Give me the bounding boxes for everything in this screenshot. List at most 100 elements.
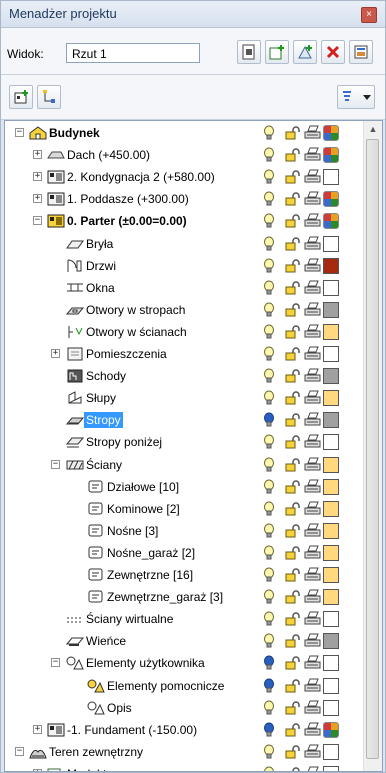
tree-row[interactable]: Nośne [3] [5,520,363,542]
visibility-bulb-icon[interactable] [263,324,275,340]
new-level-button[interactable] [9,85,33,109]
collapse-toggle[interactable]: − [15,746,24,756]
tree-row[interactable]: Kominowe [2] [5,498,363,520]
tree-item-label[interactable]: Stropy [84,412,123,429]
visibility-bulb-icon[interactable] [263,589,275,605]
tree-item-label[interactable]: Model terenu [67,766,137,771]
tree-row[interactable]: − 0. Parter (±0.00=0.00) [5,210,363,232]
visibility-bulb-icon[interactable] [263,479,275,495]
color-swatch[interactable] [323,213,339,230]
lock-icon[interactable] [285,502,301,516]
visibility-bulb-icon[interactable] [263,700,275,716]
color-swatch[interactable] [323,169,339,186]
print-icon[interactable] [304,457,321,473]
print-icon[interactable] [304,766,321,772]
tree-row[interactable]: Drzwi [5,255,363,277]
tree-row[interactable]: Bryła [5,233,363,255]
collapse-toggle[interactable]: − [15,128,24,137]
visibility-bulb-icon[interactable] [263,457,275,473]
lock-icon[interactable] [285,612,301,626]
tree-row[interactable]: + Dach (+450.00) [5,144,363,166]
tree-item-label[interactable]: Ściany wirtualne [86,611,173,627]
properties-button[interactable] [349,40,373,64]
print-icon[interactable] [304,567,321,583]
lock-icon[interactable] [285,700,301,715]
print-icon[interactable] [304,125,321,141]
print-icon[interactable] [304,169,321,185]
color-swatch[interactable] [323,721,339,738]
title-bar[interactable]: Menadżer projektu × [1,1,385,28]
lock-icon[interactable] [285,347,301,361]
tree-row[interactable]: Schody [5,365,363,387]
visibility-bulb-icon[interactable] [263,434,275,450]
print-icon[interactable] [304,368,321,384]
tree-item-label[interactable]: Budynek [49,125,100,141]
print-icon[interactable] [304,722,321,738]
visibility-bulb-icon[interactable] [263,545,275,561]
lock-icon[interactable] [285,325,301,339]
lock-icon[interactable] [285,546,301,560]
lock-icon[interactable] [285,126,301,140]
print-icon[interactable] [304,191,321,207]
print-icon[interactable] [304,501,321,517]
print-icon[interactable] [304,302,321,318]
tree-item-label[interactable]: Okna [86,280,115,296]
visibility-bulb-icon[interactable] [263,258,275,274]
color-swatch[interactable] [323,346,339,362]
color-swatch[interactable] [323,589,339,606]
color-swatch[interactable] [323,434,339,451]
tree-row[interactable]: Działowe [10] [5,476,363,498]
visibility-bulb-icon[interactable] [263,611,275,627]
tree-item-label[interactable]: Pomieszczenia [86,346,167,362]
print-icon[interactable] [304,236,321,252]
print-icon[interactable] [304,545,321,561]
visibility-bulb-icon[interactable] [263,236,275,252]
tree-row[interactable]: − Elementy użytkownika [5,652,363,674]
print-icon[interactable] [304,213,321,229]
tree-row[interactable]: + -1. Fundament (-150.00) [5,719,363,741]
color-swatch[interactable] [323,368,339,385]
print-icon[interactable] [304,412,321,428]
tree-item-label[interactable]: 2. Kondygnacja 2 (+580.00) [67,169,215,185]
tree-row[interactable]: + Pomieszczenia [5,343,363,365]
print-icon[interactable] [304,700,321,716]
lock-icon[interactable] [285,656,301,670]
visibility-bulb-icon[interactable] [263,169,275,185]
tree-item-label[interactable]: 0. Parter (±0.00=0.00) [67,213,187,229]
visibility-bulb-icon[interactable] [263,213,275,229]
color-swatch[interactable] [323,456,339,473]
lock-icon[interactable] [285,678,301,693]
tree-row[interactable]: Otwory w stropach [5,299,363,321]
color-swatch[interactable] [323,611,339,628]
lock-icon[interactable] [285,148,301,162]
lock-icon[interactable] [285,303,301,317]
visibility-bulb-icon[interactable] [263,523,275,539]
tree-row[interactable]: Stropy poniżej [5,431,363,453]
add-element-button[interactable] [293,40,317,64]
tree-item-label[interactable]: 1. Poddasze (+300.00) [67,191,189,207]
print-icon[interactable] [304,678,321,694]
color-swatch[interactable] [323,257,339,274]
print-icon[interactable] [304,147,321,163]
lock-icon[interactable] [285,524,301,538]
add-view-button[interactable] [265,40,289,64]
color-swatch[interactable] [323,478,339,495]
expand-toggle[interactable]: + [33,724,42,734]
lock-icon[interactable] [285,435,301,449]
lock-icon[interactable] [285,479,301,494]
lock-icon[interactable] [285,170,301,184]
tree-item-label[interactable]: Schody [86,368,126,384]
visibility-bulb-icon[interactable] [263,280,275,296]
tree-row[interactable]: + Model terenu [5,763,363,772]
visibility-bulb-icon[interactable] [263,346,275,362]
print-icon[interactable] [304,744,321,760]
tree-row[interactable]: Zewnętrzne_garaż [3] [5,586,363,608]
tree-item-label[interactable]: -1. Fundament (-150.00) [67,722,197,738]
lock-icon[interactable] [285,723,301,737]
tree-item-label[interactable]: Bryła [86,236,113,252]
tree-item-label[interactable]: Kominowe [2] [107,501,180,517]
visibility-bulb-icon[interactable] [263,633,275,649]
tree-row[interactable]: Okna [5,277,363,299]
print-icon[interactable] [304,434,321,450]
visibility-bulb-icon[interactable] [263,744,275,760]
